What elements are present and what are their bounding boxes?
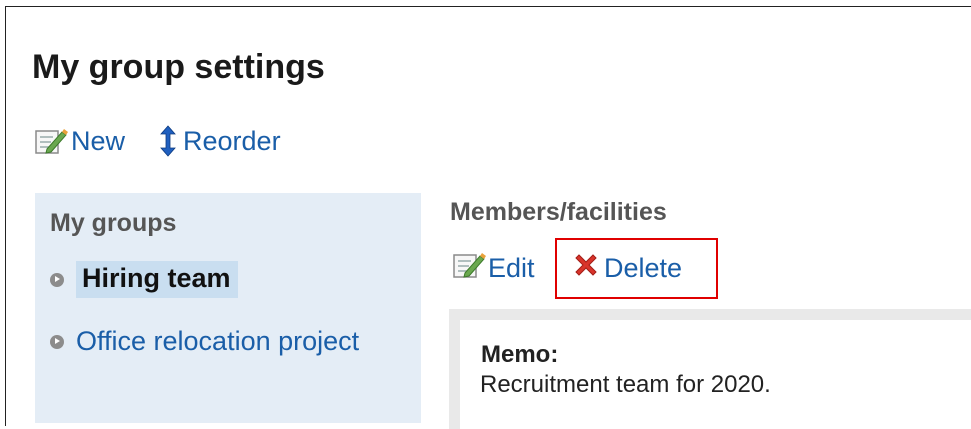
sidebar-heading: My groups bbox=[50, 209, 177, 237]
reorder-label: Reorder bbox=[183, 125, 281, 156]
group-label: Office relocation project bbox=[76, 326, 360, 356]
memo-text: Recruitment team for 2020. bbox=[480, 371, 771, 398]
edit-icon bbox=[452, 250, 486, 287]
group-label: Hiring team bbox=[76, 261, 238, 298]
new-icon bbox=[34, 126, 68, 156]
action-bar: Edit bbox=[452, 250, 535, 286]
reorder-icon bbox=[159, 125, 177, 157]
bullet-icon bbox=[50, 334, 64, 349]
toolbar: New Reorder bbox=[34, 122, 281, 160]
delete-button[interactable]: Delete bbox=[572, 250, 682, 286]
delete-icon bbox=[572, 251, 600, 286]
group-item-office-relocation[interactable]: Office relocation project bbox=[50, 326, 359, 357]
reorder-button[interactable]: Reorder bbox=[159, 125, 281, 157]
group-item-hiring-team[interactable]: Hiring team bbox=[50, 261, 238, 298]
memo-panel bbox=[449, 309, 971, 429]
delete-label: Delete bbox=[604, 252, 683, 283]
new-button[interactable]: New bbox=[34, 126, 125, 157]
memo-label: Memo: bbox=[481, 341, 559, 368]
bullet-icon bbox=[50, 272, 64, 287]
new-label: New bbox=[71, 125, 126, 156]
sidebar: My groups Hiring team Office relocation … bbox=[35, 193, 421, 423]
section-title: Members/facilities bbox=[450, 198, 667, 226]
edit-button[interactable]: Edit bbox=[452, 250, 535, 287]
page-title: My group settings bbox=[32, 48, 325, 86]
edit-label: Edit bbox=[488, 252, 535, 283]
